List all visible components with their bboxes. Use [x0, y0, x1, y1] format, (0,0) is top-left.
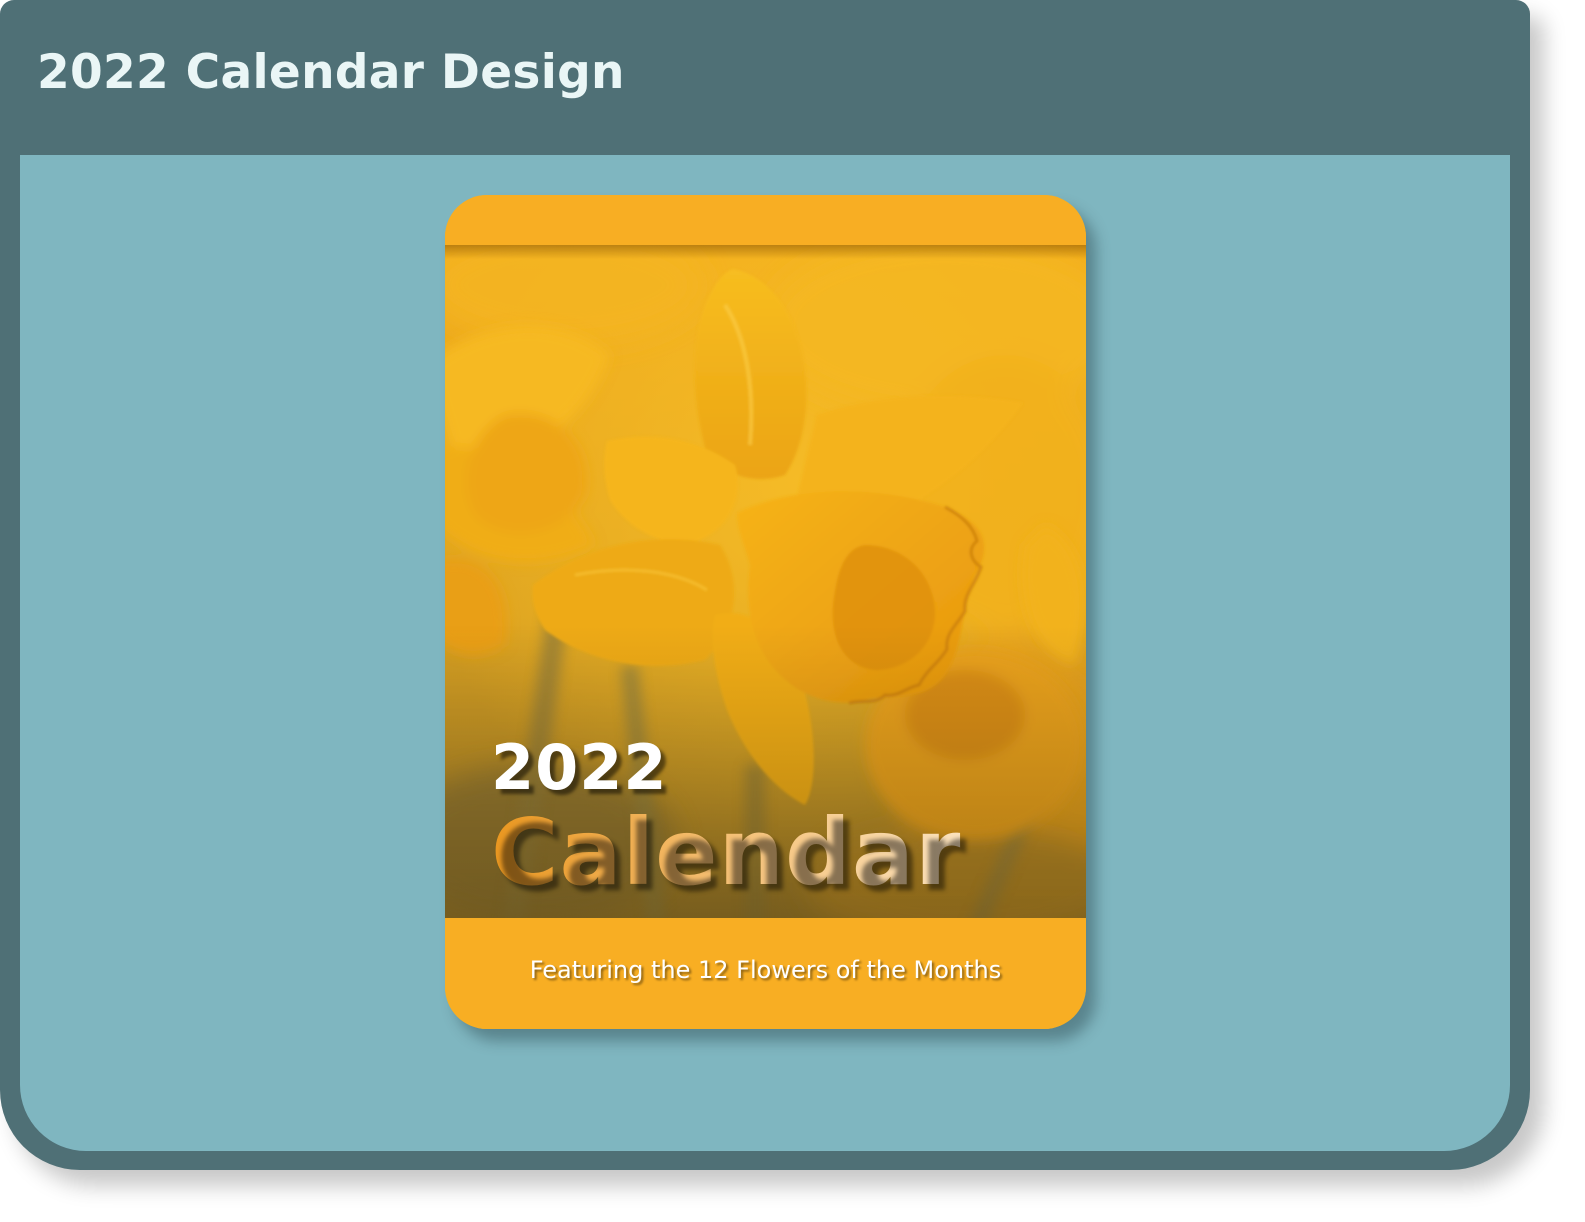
card-top-band — [445, 195, 1086, 245]
flower-photo-area: 2022 Calendar — [445, 245, 1086, 918]
cover-subtitle: Featuring the 12 Flowers of the Months — [529, 956, 1002, 984]
card-bottom-band: Featuring the 12 Flowers of the Months — [445, 918, 1086, 1029]
design-window: 2022 Calendar Design 2022 Calendar Featu… — [0, 0, 1530, 1170]
cover-title: 2022 Calendar — [491, 737, 961, 899]
title-bar: 2022 Calendar Design — [0, 0, 1530, 155]
cover-word: Calendar — [491, 807, 961, 899]
photo-top-shadow — [445, 245, 1086, 259]
content-panel: 2022 Calendar Featuring the 12 Flowers o… — [20, 155, 1510, 1151]
calendar-cover-card: 2022 Calendar Featuring the 12 Flowers o… — [445, 195, 1086, 1029]
cover-year: 2022 — [491, 731, 668, 804]
cover-word-text: Calendar — [491, 799, 962, 906]
page-title: 2022 Calendar Design — [37, 45, 625, 100]
